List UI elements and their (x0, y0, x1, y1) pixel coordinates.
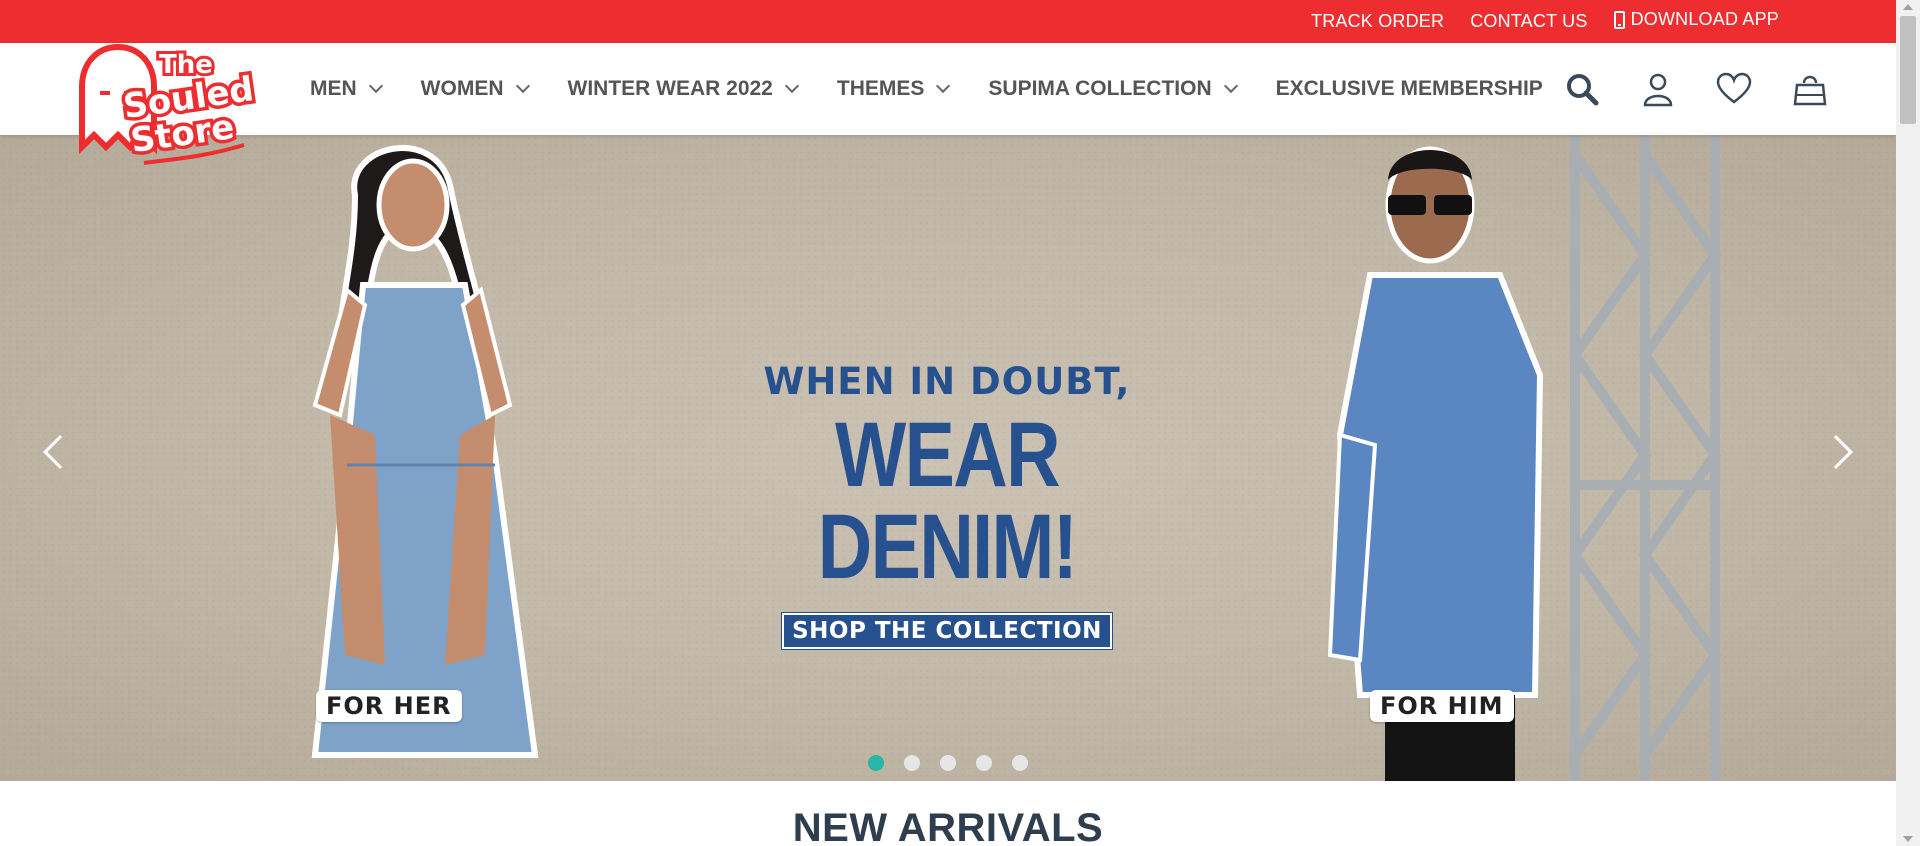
scroll-up-icon[interactable] (1903, 4, 1913, 10)
primary-nav: MEN WOMEN WINTER WEAR 2022 THEMES SUPIMA… (310, 43, 1543, 135)
hero-carousel[interactable]: WHEN IN DOUBT, WEAR DENIM! SHOP THE COLL… (0, 135, 1896, 781)
nav-supima-collection[interactable]: SUPIMA COLLECTION (988, 77, 1238, 101)
nav-themes[interactable]: THEMES (837, 77, 951, 101)
carousel-dot-4[interactable] (976, 755, 992, 771)
download-app-link[interactable]: DOWNLOAD APP (1613, 9, 1779, 30)
model-woman-image (311, 145, 539, 758)
carousel-pagination (868, 755, 1028, 771)
chevron-down-icon (368, 78, 383, 94)
for-her-label[interactable]: FOR HER (316, 690, 462, 722)
carousel-dot-3[interactable] (940, 755, 956, 771)
top-utility-bar: TRACK ORDER CONTACT US DOWNLOAD APP (0, 0, 1896, 43)
new-arrivals-heading: NEW ARRIVALS (792, 806, 1104, 846)
nav-winter-wear[interactable]: WINTER WEAR 2022 (568, 77, 799, 101)
carousel-dot-5[interactable] (1012, 755, 1028, 771)
heart-icon[interactable] (1716, 71, 1752, 107)
chevron-down-icon (1223, 78, 1238, 94)
nav-women[interactable]: WOMEN (421, 77, 530, 101)
track-order-link[interactable]: TRACK ORDER (1311, 11, 1444, 32)
carousel-next-icon[interactable] (1819, 435, 1853, 469)
shopping-bag-icon[interactable] (1792, 71, 1828, 107)
search-icon[interactable] (1564, 71, 1600, 107)
brand-logo[interactable]: The Souled Store (74, 17, 260, 173)
main-header: The Souled Store MEN WOMEN WINTER WEAR 2… (0, 43, 1896, 165)
carousel-dot-2[interactable] (904, 755, 920, 771)
nav-men[interactable]: MEN (310, 77, 383, 101)
page-scrollbar[interactable] (1896, 0, 1920, 846)
chevron-down-icon (784, 78, 799, 94)
scrollbar-thumb[interactable] (1900, 16, 1916, 124)
carousel-dot-1[interactable] (868, 755, 884, 771)
header-actions (1564, 43, 1828, 135)
user-icon[interactable] (1640, 71, 1676, 107)
contact-us-link[interactable]: CONTACT US (1470, 11, 1587, 32)
mobile-phone-icon (1613, 10, 1625, 29)
hero-headline: WHEN IN DOUBT, WEAR DENIM! SHOP THE COLL… (727, 360, 1167, 650)
metal-truss-image (1568, 135, 1722, 781)
chevron-down-icon (936, 78, 951, 94)
nav-exclusive-membership[interactable]: EXCLUSIVE MEMBERSHIP (1276, 77, 1543, 101)
for-him-label[interactable]: FOR HIM (1370, 690, 1514, 722)
hero-title: WEAR DENIM! (817, 404, 1078, 598)
hero-tagline: WHEN IN DOUBT, (763, 360, 1131, 403)
chevron-down-icon (515, 78, 530, 94)
carousel-prev-icon[interactable] (43, 435, 77, 469)
shop-collection-button[interactable]: SHOP THE COLLECTION (781, 612, 1113, 650)
page: TRACK ORDER CONTACT US DOWNLOAD APP The … (0, 0, 1920, 846)
utility-links: TRACK ORDER CONTACT US DOWNLOAD APP (1311, 0, 1779, 43)
scroll-down-icon[interactable] (1903, 836, 1913, 842)
